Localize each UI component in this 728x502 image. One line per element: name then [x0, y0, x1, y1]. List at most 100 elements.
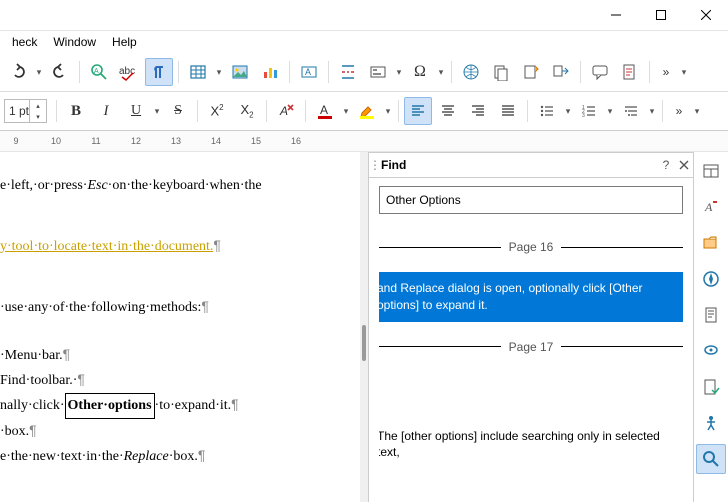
- separator: [79, 61, 80, 83]
- document-area[interactable]: e·left,·or·press·Esc·on·the·keyboard·whe…: [0, 152, 360, 502]
- toolbar-options-dropdown[interactable]: ▾: [679, 59, 689, 85]
- bold-button[interactable]: B: [62, 97, 90, 125]
- track-changes-button[interactable]: [616, 58, 644, 86]
- ruler-tick: 11: [90, 136, 102, 146]
- ruler-tick: 10: [50, 136, 62, 146]
- outline-list-dropdown[interactable]: ▾: [647, 98, 657, 124]
- insert-table-dropdown[interactable]: ▾: [214, 59, 224, 85]
- insert-page-break-button[interactable]: [334, 58, 362, 86]
- sidebar-tab-find[interactable]: [696, 444, 726, 474]
- insert-symbol-dropdown[interactable]: ▾: [436, 59, 446, 85]
- ruler-tick: 9: [10, 136, 22, 146]
- grip-icon: ⋮: [369, 158, 379, 172]
- spellcheck-button[interactable]: abc: [115, 58, 143, 86]
- menu-bar: heck Window Help: [0, 31, 728, 53]
- font-color-button[interactable]: A: [311, 97, 339, 125]
- text-line: ·use·any·of·the·following·methods:¶: [0, 295, 352, 320]
- sidebar-tab-styles[interactable]: A: [696, 192, 726, 222]
- highlight-dropdown[interactable]: ▾: [383, 98, 393, 124]
- superscript-button[interactable]: X2: [203, 97, 231, 125]
- separator: [649, 61, 650, 83]
- horizontal-ruler[interactable]: 9 10 11 12 13 14 15 16: [0, 131, 728, 152]
- separator: [398, 100, 399, 122]
- insert-textbox-button[interactable]: A: [295, 58, 323, 86]
- find-pane: ⋮ Find ? Other Options Page 16 and Repla…: [369, 152, 693, 502]
- underline-button[interactable]: U: [122, 97, 150, 125]
- find-replace-button[interactable]: A: [85, 58, 113, 86]
- underline-dropdown[interactable]: ▾: [152, 98, 162, 124]
- svg-text:A: A: [305, 67, 311, 77]
- align-left-button[interactable]: [404, 97, 432, 125]
- undo-dropdown[interactable]: ▾: [34, 59, 44, 85]
- page-separator: Page 16: [379, 240, 683, 254]
- find-result-item[interactable]: The [other options] include searching on…: [379, 420, 683, 470]
- ruler-tick: 16: [290, 136, 302, 146]
- subscript-button[interactable]: X2: [233, 97, 261, 125]
- align-justify-button[interactable]: [494, 97, 522, 125]
- close-window-button[interactable]: [683, 0, 728, 30]
- sidebar-tab-strip: A: [693, 152, 728, 502]
- insert-symbol-button[interactable]: Ω: [406, 58, 434, 86]
- side-panel: ⋮ Find ? Other Options Page 16 and Repla…: [368, 152, 728, 502]
- maximize-button[interactable]: [638, 0, 683, 30]
- highlight-button[interactable]: [353, 97, 381, 125]
- text-line: ·box.¶: [0, 419, 352, 444]
- menu-item[interactable]: Help: [104, 33, 145, 51]
- find-search-input[interactable]: Other Options: [379, 186, 683, 214]
- blank-line: [0, 259, 352, 295]
- separator: [580, 61, 581, 83]
- find-close-button[interactable]: [675, 156, 693, 174]
- numbered-list-dropdown[interactable]: ▾: [605, 98, 615, 124]
- toolbar-options-dropdown[interactable]: ▾: [692, 98, 702, 124]
- find-result-item[interactable]: and Replace dialog is open, optionally c…: [379, 272, 683, 322]
- find-help-button[interactable]: ?: [657, 156, 675, 174]
- menu-item[interactable]: heck: [4, 33, 45, 51]
- insert-comment-button[interactable]: [586, 58, 614, 86]
- panel-splitter[interactable]: [360, 152, 368, 502]
- insert-footnote-button[interactable]: [487, 58, 515, 86]
- minimize-button[interactable]: [593, 0, 638, 30]
- formatting-marks-button[interactable]: [145, 58, 173, 86]
- separator: [527, 100, 528, 122]
- sidebar-tab-page[interactable]: [696, 300, 726, 330]
- insert-table-button[interactable]: [184, 58, 212, 86]
- sidebar-tab-manage-changes[interactable]: [696, 372, 726, 402]
- sidebar-tab-gallery[interactable]: [696, 228, 726, 258]
- insert-hyperlink-button[interactable]: [457, 58, 485, 86]
- bullet-list-dropdown[interactable]: ▾: [563, 98, 573, 124]
- sidebar-tab-properties[interactable]: [696, 156, 726, 186]
- insert-image-button[interactable]: [226, 58, 254, 86]
- insert-field-button[interactable]: [364, 58, 392, 86]
- font-color-dropdown[interactable]: ▾: [341, 98, 351, 124]
- spin-up[interactable]: ▴: [30, 100, 46, 111]
- insert-bookmark-button[interactable]: [517, 58, 545, 86]
- sidebar-tab-navigator[interactable]: [696, 264, 726, 294]
- spin-down[interactable]: ▾: [30, 111, 46, 122]
- bullet-list-button[interactable]: [533, 97, 561, 125]
- menu-item[interactable]: Window: [45, 33, 104, 51]
- clear-formatting-button[interactable]: A: [272, 97, 300, 125]
- sidebar-tab-style-inspector[interactable]: [696, 336, 726, 366]
- ruler-tick: 15: [250, 136, 262, 146]
- undo-button[interactable]: [4, 58, 32, 86]
- numbered-list-button[interactable]: 123: [575, 97, 603, 125]
- align-right-button[interactable]: [464, 97, 492, 125]
- sidebar-tab-accessibility[interactable]: [696, 408, 726, 438]
- toolbar-overflow-button[interactable]: »: [655, 65, 677, 79]
- insert-cross-reference-button[interactable]: [547, 58, 575, 86]
- italic-button[interactable]: I: [92, 97, 120, 125]
- separator: [662, 100, 663, 122]
- insert-field-dropdown[interactable]: ▾: [394, 59, 404, 85]
- separator: [56, 100, 57, 122]
- outline-list-button[interactable]: [617, 97, 645, 125]
- strikethrough-button[interactable]: S: [164, 97, 192, 125]
- redo-button[interactable]: [46, 58, 74, 86]
- title-bar: [0, 0, 728, 31]
- paragraph-spacing-input[interactable]: 1 pt ▴▾: [4, 99, 47, 123]
- blank-line: [0, 198, 352, 234]
- align-center-button[interactable]: [434, 97, 462, 125]
- svg-text:abc: abc: [119, 66, 135, 77]
- insert-chart-button[interactable]: [256, 58, 284, 86]
- toolbar-overflow-button[interactable]: »: [668, 104, 690, 118]
- svg-text:A: A: [94, 68, 99, 75]
